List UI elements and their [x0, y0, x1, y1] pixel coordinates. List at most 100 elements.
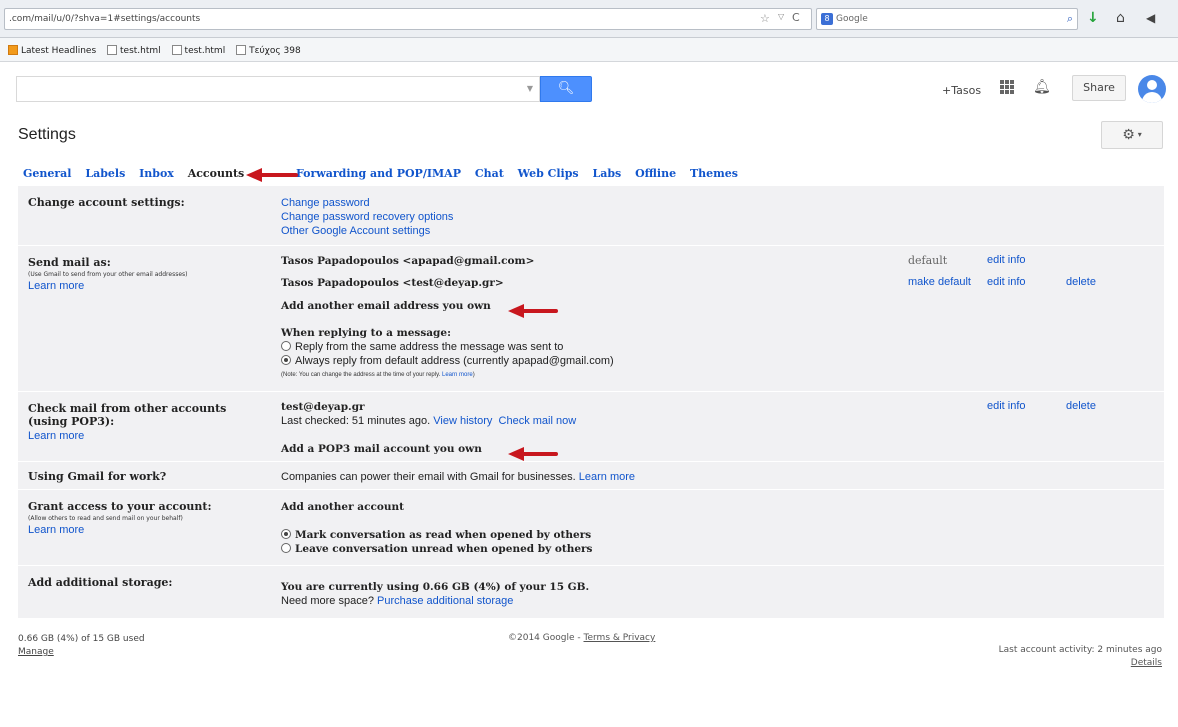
notifications-bell-icon[interactable]: 🔔︎ [1033, 79, 1051, 95]
details-link[interactable]: Details [1131, 658, 1162, 668]
avatar[interactable] [1138, 75, 1166, 103]
purchase-storage-link[interactable]: Purchase additional storage [377, 595, 513, 607]
view-history-link[interactable]: View history [433, 415, 492, 427]
radio-selected-icon[interactable] [281, 529, 291, 539]
gear-icon: ⚙ [1122, 127, 1135, 143]
row-label: Change account settings: [28, 196, 185, 209]
share-button[interactable]: Share [1072, 75, 1126, 101]
storage-footer-text: 0.66 GB (4%) of 15 GB used [18, 634, 145, 644]
plus-user-link[interactable]: +Tasos [942, 84, 981, 97]
learn-more-link[interactable]: Learn more [579, 471, 635, 483]
tab-accounts[interactable]: Accounts [182, 163, 250, 184]
grant-access-row: Grant access to your account: (Allow oth… [18, 490, 1164, 566]
other-account-settings-link[interactable]: Other Google Account settings [281, 224, 453, 238]
tab-labels[interactable]: Labels [80, 163, 130, 184]
make-default-link[interactable]: make default [908, 276, 971, 288]
bookmark-item[interactable]: test.html [107, 45, 161, 56]
bookmark-star-icon[interactable]: ☆ [760, 12, 770, 25]
send-address-1: Tasos Papadopoulos <apapad@gmail.com> [281, 255, 535, 267]
search-engine-label: Google [836, 14, 868, 24]
tab-inbox[interactable]: Inbox [134, 163, 179, 184]
add-email-address-link[interactable]: Add another email address you own [281, 299, 491, 313]
edit-info-link[interactable]: edit info [987, 254, 1026, 266]
mark-read-option[interactable]: Mark conversation as read when opened by… [281, 528, 592, 542]
tab-themes[interactable]: Themes [685, 163, 743, 184]
reply-option-default[interactable]: Always reply from default address (curre… [281, 354, 614, 368]
send-address-2: Tasos Papadopoulos <test@deyap.gr> [281, 277, 504, 289]
copyright-text: ©2014 Google - [508, 633, 581, 643]
tab-chat[interactable]: Chat [470, 163, 509, 184]
download-icon[interactable]: ↓ [1087, 10, 1099, 26]
change-password-link[interactable]: Change password [281, 196, 453, 210]
work-text: Companies can power their email with Gma… [281, 471, 576, 483]
tab-offline[interactable]: Offline [630, 163, 681, 184]
browser-search-field[interactable]: 8 Google ⌕ [816, 8, 1078, 30]
add-another-account-link[interactable]: Add another account [281, 500, 404, 514]
search-icon: 🔍︎ [557, 81, 575, 96]
settings-tabs: General Labels Inbox Accounts Forwarding… [18, 163, 743, 185]
chevron-down-icon[interactable]: ▽ [778, 12, 784, 21]
bookmarks-bar: Latest Headlines test.html test.html Τεύ… [0, 38, 1178, 62]
row-label: Grant access to your account: [28, 500, 212, 513]
radio-icon[interactable] [281, 341, 291, 351]
add-pop3-account-link[interactable]: Add a POP3 mail account you own [281, 442, 482, 456]
pop3-account: test@deyap.gr [281, 401, 365, 413]
bookmark-item[interactable]: test.html [171, 45, 225, 56]
google-icon: 8 [821, 13, 833, 25]
page-icon [171, 45, 182, 55]
edit-info-link[interactable]: edit info [987, 276, 1026, 288]
annotation-arrow [508, 447, 558, 461]
tab-general[interactable]: General [18, 163, 77, 184]
terms-privacy-link[interactable]: Terms & Privacy [584, 633, 656, 643]
check-mail-now-link[interactable]: Check mail now [499, 415, 577, 427]
annotation-arrow [508, 304, 558, 318]
chevron-down-icon[interactable]: ▼ [527, 84, 533, 93]
page-icon [236, 45, 247, 55]
settings-panel: Change account settings: Change password… [18, 186, 1164, 618]
send-mail-row: Send mail as: (Use Gmail to send from yo… [18, 246, 1164, 392]
row-sublabel: (Allow others to read and send mail on y… [28, 515, 183, 522]
chevron-down-icon: ▾ [1137, 130, 1142, 139]
need-more-text: Need more space? [281, 595, 374, 607]
bookmark-item[interactable]: Latest Headlines [8, 45, 96, 56]
row-label: Using Gmail for work? [28, 470, 167, 483]
reply-heading: When replying to a message: [281, 327, 451, 339]
tab-labs[interactable]: Labs [587, 163, 626, 184]
last-activity-text: Last account activity: 2 minutes ago [998, 645, 1162, 655]
apps-grid-icon[interactable] [1000, 80, 1014, 94]
tab-web-clips[interactable]: Web Clips [513, 163, 584, 184]
storage-row: Add additional storage: You are currentl… [18, 566, 1164, 618]
reload-icon[interactable]: C [792, 11, 800, 24]
leave-unread-option[interactable]: Leave conversation unread when opened by… [281, 542, 592, 556]
home-icon[interactable]: ⌂ [1116, 10, 1125, 26]
delete-link[interactable]: delete [1066, 276, 1096, 288]
learn-more-link[interactable]: Learn more [28, 524, 268, 536]
learn-more-link[interactable]: Learn more [28, 430, 268, 442]
row-label: Send mail as: [28, 256, 111, 269]
row-label: Check mail from other accounts (using PO… [28, 402, 227, 428]
delete-link[interactable]: delete [1066, 400, 1096, 412]
edit-info-link[interactable]: edit info [987, 400, 1026, 412]
check-mail-row: Check mail from other accounts (using PO… [18, 392, 1164, 462]
radio-icon[interactable] [281, 543, 291, 553]
learn-more-link[interactable]: Learn more [442, 372, 473, 378]
tab-forwarding[interactable]: Forwarding and POP/IMAP [291, 163, 466, 184]
learn-more-link[interactable]: Learn more [28, 280, 268, 292]
row-label: Add additional storage: [28, 576, 173, 589]
bookmark-item[interactable]: Τεύχος 398 [236, 45, 301, 56]
reply-option-same[interactable]: Reply from the same address the message … [281, 340, 614, 354]
row-sublabel: (Use Gmail to send from your other email… [28, 271, 188, 278]
manage-link[interactable]: Manage [18, 647, 54, 657]
back-icon[interactable]: ◀ [1146, 11, 1155, 25]
address-bar[interactable]: .com/mail/u/0/?shva=1#settings/accounts [4, 8, 812, 30]
settings-gear-button[interactable]: ⚙ ▾ [1101, 121, 1163, 149]
change-recovery-link[interactable]: Change password recovery options [281, 210, 453, 224]
annotation-arrow [246, 168, 298, 182]
page-title: Settings [18, 126, 76, 143]
page-icon [107, 45, 118, 55]
radio-selected-icon[interactable] [281, 355, 291, 365]
mail-search-input[interactable]: ▼ [16, 76, 540, 102]
last-checked-text: Last checked: 51 minutes ago. [281, 415, 431, 427]
mail-search-button[interactable]: 🔍︎ [540, 76, 592, 102]
search-icon[interactable]: ⌕ [1067, 12, 1073, 26]
